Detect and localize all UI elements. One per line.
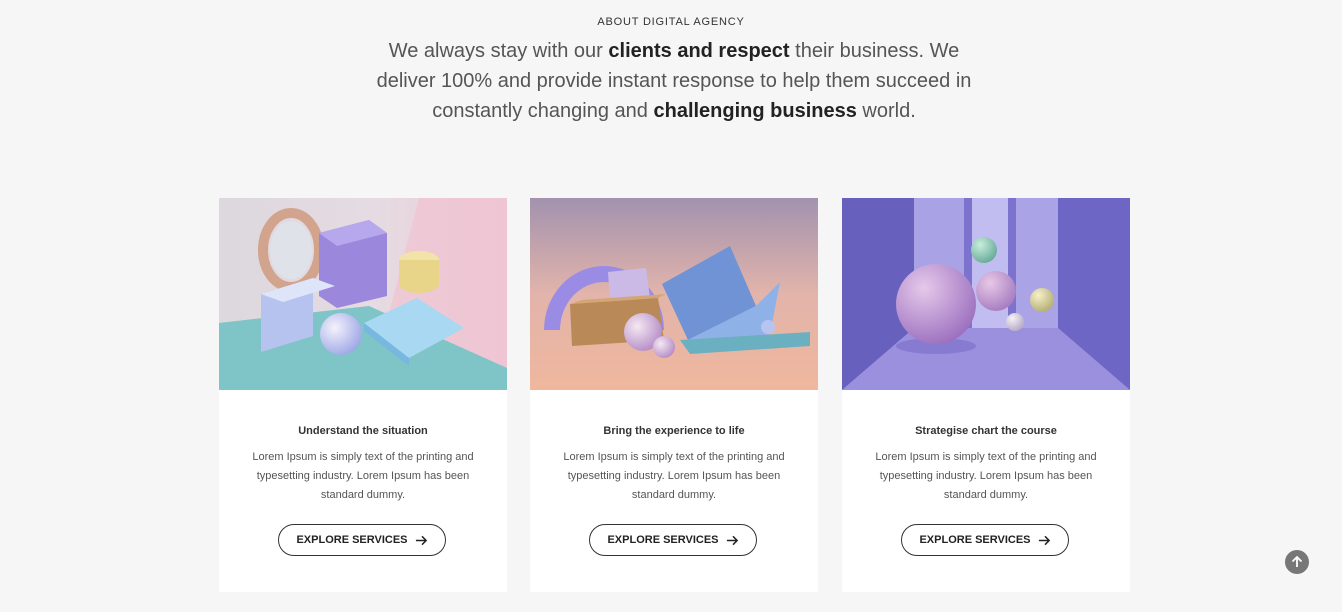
button-label: EXPLORE SERVICES <box>607 534 719 546</box>
card-title: Strategise chart the course <box>915 425 1057 437</box>
intro-part: We always stay with our <box>388 40 609 62</box>
intro-text: We always stay with our clients and resp… <box>376 36 972 126</box>
arrow-right-icon <box>726 535 738 545</box>
arrow-up-icon <box>1291 555 1303 567</box>
arrow-right-icon <box>415 535 427 545</box>
geometric-shapes-illustration <box>219 198 507 390</box>
button-label: EXPLORE SERVICES <box>919 534 1031 546</box>
explore-services-button[interactable]: EXPLORE SERVICES <box>278 524 446 556</box>
card-description: Lorem Ipsum is simply text of the printi… <box>875 451 1097 501</box>
service-card: Understand the situation Lorem Ipsum is … <box>219 198 507 592</box>
card-title: Understand the situation <box>298 425 428 437</box>
arch-and-blocks-illustration <box>530 198 818 390</box>
card-title: Bring the experience to life <box>603 425 745 437</box>
service-card: Bring the experience to life Lorem Ipsum… <box>530 198 818 592</box>
intro-highlight: clients and respect <box>608 40 790 62</box>
explore-services-button[interactable]: EXPLORE SERVICES <box>589 524 757 556</box>
service-card: Strategise chart the course Lorem Ipsum … <box>842 198 1130 592</box>
intro-part: world. <box>856 100 916 122</box>
scroll-to-top-button[interactable] <box>1285 550 1309 574</box>
arrow-right-icon <box>1038 535 1050 545</box>
card-description: Lorem Ipsum is simply text of the printi… <box>563 451 785 501</box>
button-label: EXPLORE SERVICES <box>296 534 408 546</box>
spheres-corridor-illustration <box>842 198 1130 390</box>
explore-services-button[interactable]: EXPLORE SERVICES <box>901 524 1069 556</box>
card-description: Lorem Ipsum is simply text of the printi… <box>252 451 474 501</box>
intro-highlight: challenging business <box>653 100 857 122</box>
section-eyebrow: ABOUT DIGITAL AGENCY <box>597 16 745 28</box>
